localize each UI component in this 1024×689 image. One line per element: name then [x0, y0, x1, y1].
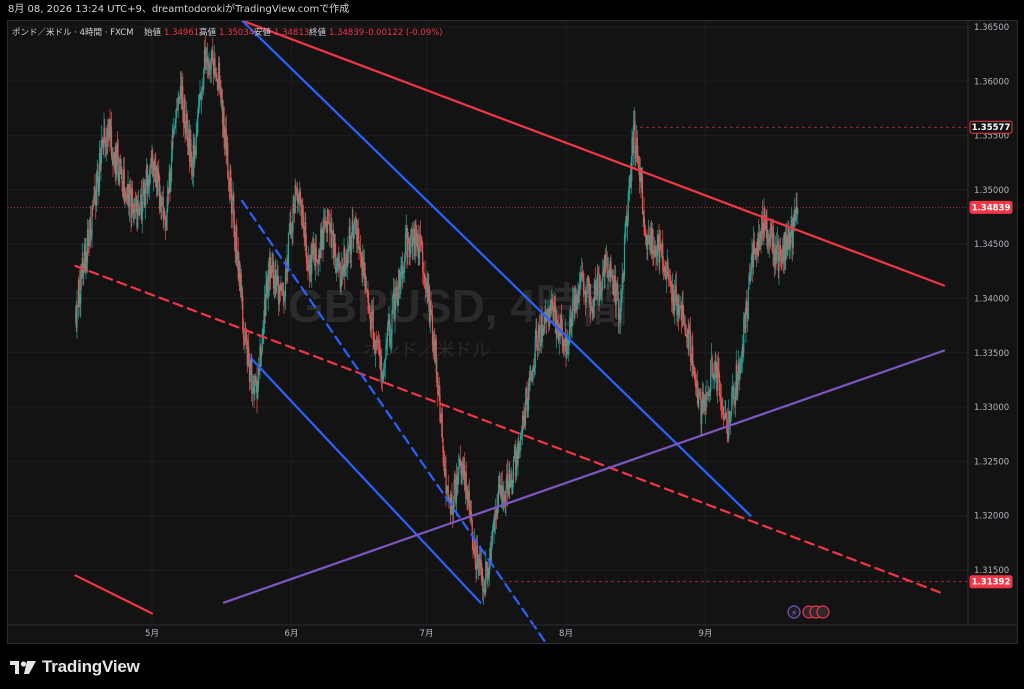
lightning-glyph: ⚡ — [791, 609, 797, 619]
candle-body — [688, 330, 690, 350]
candle-body — [441, 412, 443, 439]
y-tick-label: 1.34500 — [974, 240, 1009, 250]
legend-low: 1.34813 — [274, 28, 309, 38]
y-tick-label: 1.36500 — [974, 23, 1009, 33]
y-tick-label: 1.34000 — [974, 295, 1009, 305]
candle-body — [327, 209, 329, 223]
price-marker-label: 1.31392 — [972, 578, 1011, 588]
candle-body — [572, 300, 574, 319]
legend-open: 1.34961 — [164, 28, 199, 38]
candle-body — [652, 228, 654, 254]
legend: ポンド／米ドル · 4時間 · FXCM 始値 1.34961 高値 1.350… — [12, 27, 443, 38]
legend-high: 1.35034 — [219, 28, 254, 38]
watermark-name: ポンド／米ドル — [364, 340, 490, 361]
x-tick-label: 7月 — [420, 629, 434, 639]
candle-body — [596, 273, 599, 297]
candle-body — [94, 186, 96, 190]
candle-body — [195, 133, 197, 155]
candle-body — [747, 289, 749, 319]
x-tick-label: 6月 — [285, 629, 299, 639]
candle-body — [722, 405, 724, 407]
candle-body — [459, 458, 461, 461]
candle-body — [287, 233, 290, 270]
top-bar: 8月 08, 2026 13:24 UTC+9、dreamtodorokiがTr… — [0, 0, 1024, 20]
candle-body — [474, 540, 476, 566]
y-tick-label: 1.36000 — [974, 77, 1009, 87]
price-chart[interactable]: GBPUSD, 4時間 ポンド／米ドル ポンド／米ドル · 4時間 · FXCM… — [8, 21, 1017, 643]
x-tick-label: 9月 — [699, 629, 713, 639]
brand-name: TradingView — [42, 657, 140, 676]
candle-body — [684, 323, 686, 335]
legend-close-label: 終値 — [309, 27, 327, 38]
candle-body — [710, 360, 712, 392]
y-tick-label: 1.33500 — [974, 349, 1009, 359]
candle-body — [726, 419, 728, 432]
candle-body — [606, 257, 608, 278]
candle-body — [534, 338, 536, 368]
us-flag-icon[interactable] — [816, 605, 830, 619]
y-tick-label: 1.35000 — [974, 186, 1009, 196]
legend-close: 1.34839 — [329, 28, 364, 38]
event-icons[interactable]: ⚡ — [787, 605, 830, 619]
candle-body — [583, 282, 585, 292]
candle-body — [315, 246, 317, 261]
legend-high-label: 高値 — [199, 27, 217, 38]
price-marker-label: 1.34839 — [972, 203, 1011, 213]
legend-instrument: ポンド／米ドル · 4時間 · FXCM — [12, 27, 133, 38]
candle-body — [164, 211, 166, 218]
y-tick-label: 1.31500 — [974, 566, 1009, 576]
x-tick-label: 5月 — [145, 629, 159, 639]
x-tick-label: 8月 — [559, 629, 573, 639]
candle-body — [350, 235, 353, 255]
brand[interactable]: TradingView — [10, 657, 140, 677]
legend-open-label: 始値 — [144, 27, 162, 38]
candle-body — [641, 176, 644, 215]
y-tick-label: 1.32000 — [974, 512, 1009, 522]
candle-body — [231, 200, 233, 214]
chart-background — [8, 21, 1017, 643]
footer: TradingView — [0, 645, 1024, 689]
candle-body — [182, 86, 184, 109]
candle-body — [447, 485, 449, 499]
candle-body — [76, 305, 78, 328]
candle-body — [512, 459, 515, 483]
timestamp-line: 8月 08, 2026 13:24 UTC+9、dreamtodorokiがTr… — [8, 4, 350, 15]
candle-body — [210, 60, 212, 70]
tradingview-logo-icon — [10, 661, 36, 674]
price-marker-label: 1.35577 — [972, 123, 1011, 133]
y-tick-label: 1.32500 — [974, 457, 1009, 467]
candle-body — [539, 324, 541, 343]
candle-body — [797, 209, 799, 214]
legend-low-label: 安値 — [254, 27, 272, 38]
candle-body — [242, 329, 245, 338]
candle-body — [384, 358, 386, 368]
y-tick-label: 1.33000 — [974, 403, 1009, 413]
legend-change: -0.00122 (-0.09%) — [365, 28, 443, 38]
candle-body — [391, 313, 393, 335]
candle-body — [698, 393, 700, 407]
